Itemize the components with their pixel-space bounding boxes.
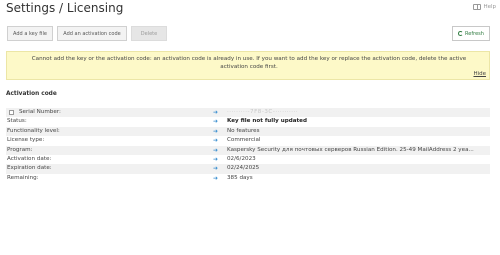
license-type-value: Commercial [227,137,261,144]
arrow-right-icon: ➜ [213,137,219,145]
row-label: Status: [7,118,27,125]
table-row-program: Program: ➜ Kaspersky Security для почтов… [6,145,490,155]
serial-value: ·········-7F8-3C-·········· [227,109,299,115]
arrow-right-icon: ➜ [213,109,219,116]
table-row-license-type: License type: ➜ Commercial [6,136,490,145]
help-label: Help [483,4,496,10]
book-icon [473,4,482,10]
arrow-right-icon: ➜ [213,155,219,163]
help-link[interactable]: Help [473,4,496,10]
row-label: Serial Number: [19,109,61,115]
warning-banner: Cannot add the key or the activation cod… [6,51,490,80]
refresh-label: Refresh [465,30,484,37]
table-row-serial: Serial Number: ➜ ·········-7F8-3C-······… [6,108,490,118]
functionality-value: No features [227,127,260,134]
arrow-right-icon: ➜ [213,174,219,182]
toolbar: Add a key file Add an activation code De… [0,26,500,41]
row-label: Remaining: [7,174,39,181]
status-value: Key file not fully updated [227,118,307,125]
activation-date-value: 02/6/2023 [227,155,256,162]
table-row-functionality: Functionality level: ➜ No features [6,126,490,137]
refresh-button[interactable]: Refresh [452,26,490,41]
arrow-right-icon: ➜ [213,146,219,154]
expiration-date-value: 02/24/2025 [227,165,260,172]
section-title: Activation code [6,91,57,97]
serial-checkbox[interactable] [9,110,14,115]
activation-details-table: Serial Number: ➜ ·········-7F8-3C-······… [6,108,490,183]
row-label: Activation date: [7,155,52,162]
table-row-expiration-date: Expiration date: ➜ 02/24/2025 [6,164,490,174]
add-key-file-button[interactable]: Add a key file [7,26,53,41]
table-row-status: Status: ➜ Key file not fully updated [6,117,490,126]
warning-text: Cannot add the key or the activation cod… [31,56,467,70]
refresh-icon [458,31,464,36]
page-title: Settings / Licensing [6,1,124,15]
arrow-right-icon: ➜ [213,127,219,135]
remaining-value: 385 days [227,174,253,181]
hide-warning-link[interactable]: Hide [473,71,486,77]
add-activation-code-button[interactable]: Add an activation code [57,26,127,41]
table-row-remaining: Remaining: ➜ 385 days [6,174,490,183]
row-label: Program: [7,146,33,153]
table-row-activation-date: Activation date: ➜ 02/6/2023 [6,155,490,164]
program-value: Kaspersky Security для почтовых серверов… [227,146,474,153]
delete-button[interactable]: Delete [131,26,167,41]
arrow-right-icon: ➜ [213,165,219,173]
page-header: Settings / Licensing Help [0,0,500,18]
row-label: Expiration date: [7,165,52,172]
row-label: Functionality level: [7,127,60,134]
row-label: License type: [7,137,45,144]
arrow-right-icon: ➜ [213,118,219,126]
